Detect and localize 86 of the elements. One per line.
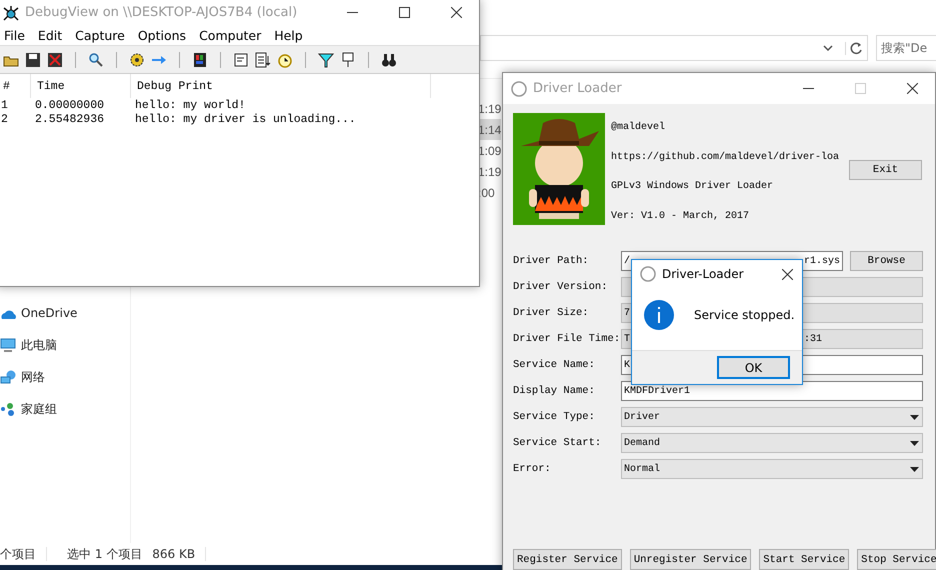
menu-item[interactable]: Options [130, 28, 192, 42]
info-icon [644, 300, 674, 330]
list-down-icon[interactable] [255, 52, 271, 68]
nav-label: OneDrive [21, 306, 78, 320]
pin-icon[interactable] [340, 52, 356, 68]
column-header[interactable]: Debug Print [131, 74, 431, 98]
chevron-down-icon[interactable] [823, 45, 833, 51]
table-cell-text: 2.55482936 [34, 112, 106, 126]
close-icon[interactable] [450, 7, 462, 18]
service-button[interactable]: Register Service [513, 549, 622, 570]
save-icon[interactable] [25, 52, 41, 68]
note-icon[interactable] [233, 52, 249, 68]
table-cell-text: hello: my driver is unloading... [134, 112, 357, 126]
field-label: Driver Version: [513, 281, 609, 293]
table-cell-text: hello: my world! [134, 98, 246, 112]
dropdown[interactable]: Demand [621, 433, 923, 453]
network-icon [0, 369, 16, 385]
field-label: Driver File Time: [513, 333, 621, 345]
field-label: Service Start: [513, 437, 602, 449]
selection-count: 选中 1 个项目 [66, 546, 144, 562]
item-count: 个项目 [0, 546, 37, 562]
minimize-icon[interactable] [802, 88, 814, 89]
browse-button[interactable]: Browse [850, 251, 923, 271]
nav-label: 网络 [21, 368, 45, 386]
table-cell-text: 1 [0, 98, 9, 112]
floppy-cross-icon[interactable] [47, 52, 63, 68]
about-text: @maldevel [611, 120, 666, 136]
binoculars-icon[interactable] [381, 52, 397, 68]
modified-time-cell[interactable]: 1:19 [477, 98, 501, 119]
search-icon[interactable] [88, 52, 104, 68]
colored-window-icon[interactable] [192, 52, 208, 68]
menu-item[interactable]: Edit [30, 28, 68, 42]
about-text: https://github.com/maldevel/driver-loa [611, 150, 840, 165]
nav-item[interactable]: 网络 [0, 361, 130, 393]
field-label: Error: [513, 463, 552, 475]
homegroup-icon [0, 401, 16, 417]
nav-label: 此电脑 [21, 336, 57, 354]
menu-item[interactable]: Computer [192, 28, 268, 42]
exit-button[interactable]: Exit [849, 160, 922, 180]
about-text: GPLv3 Windows Driver Loader [611, 180, 774, 194]
monitor-icon [0, 337, 16, 353]
field-label: Service Name: [513, 359, 596, 371]
gear-icon[interactable] [129, 52, 145, 68]
search-field[interactable]: 搜索"De [876, 35, 936, 61]
column-header[interactable]: Time [31, 74, 131, 98]
field-label: Driver Path: [513, 255, 590, 267]
selection-size: 866 KB [152, 547, 196, 561]
nav-item[interactable]: 此电脑 [0, 329, 130, 361]
menu-item[interactable]: Help [267, 28, 309, 42]
nav-label: 家庭组 [21, 400, 57, 418]
table-cell-text: 2 [0, 112, 9, 126]
column-header[interactable]: # [0, 74, 31, 98]
dialog-message: Service stopped. [694, 308, 795, 322]
circle-icon [640, 266, 656, 282]
window-title: Driver Loader [533, 81, 623, 96]
dropdown-arrow-icon [910, 466, 919, 472]
menu-item[interactable]: File [0, 28, 31, 42]
dialog-title: Driver-Loader [662, 267, 745, 281]
dropdown-arrow-icon [910, 414, 919, 420]
dropdown-arrow-icon [910, 440, 919, 446]
maximize-icon[interactable] [398, 7, 410, 18]
field-label: Display Name: [513, 385, 596, 397]
close-icon[interactable] [782, 268, 792, 280]
about-text: Ver: V1.0 - March, 2017 [611, 210, 750, 224]
modified-time-cell[interactable]: 1:09 [477, 140, 501, 161]
clock-icon[interactable] [277, 52, 293, 68]
minimize-icon[interactable] [346, 12, 358, 13]
service-button[interactable]: Unregister Service [630, 549, 752, 570]
nav-item[interactable]: 家庭组 [0, 393, 130, 425]
filter-icon[interactable] [318, 52, 334, 68]
bug-icon [3, 4, 19, 20]
circle-icon [511, 80, 527, 96]
close-icon[interactable] [906, 83, 918, 94]
window-title: DebugView on \\DESKTOP-AJOS7B4 (local) [25, 5, 298, 20]
dropdown[interactable]: Driver [621, 407, 923, 427]
table-cell-text: 0.00000000 [34, 98, 106, 112]
ok-button[interactable]: OK [717, 356, 790, 379]
refresh-icon[interactable] [845, 42, 863, 54]
service-button[interactable]: Start Service [759, 549, 850, 570]
service-button[interactable]: Stop Service [857, 549, 936, 570]
field-label: Service Type: [513, 411, 596, 423]
field-label: Driver Size: [513, 307, 590, 319]
dropdown[interactable]: Normal [621, 459, 923, 479]
nav-item[interactable]: OneDrive [0, 297, 130, 329]
menu-item[interactable]: Capture [68, 28, 131, 42]
modified-time-cell[interactable]: 1:19 [477, 161, 501, 182]
